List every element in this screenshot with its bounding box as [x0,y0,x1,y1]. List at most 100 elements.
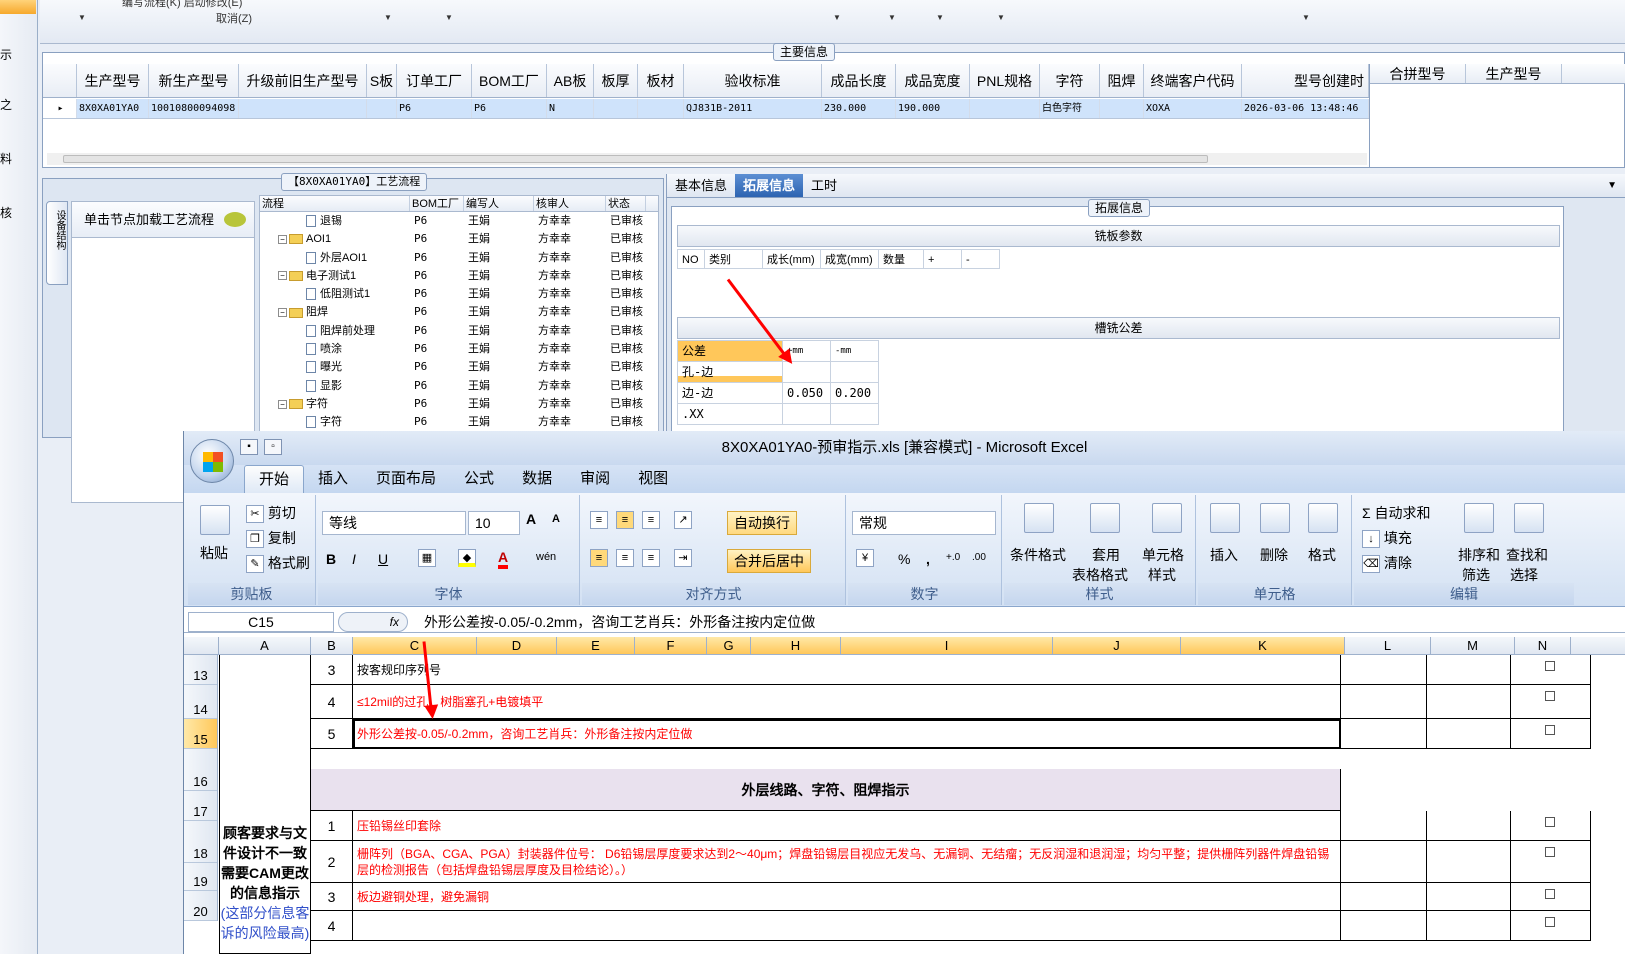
tree-row[interactable]: 阻焊前处理 P6 王娟 方幸幸 已审核 [260,322,658,340]
tree-cell[interactable]: 方幸幸 [534,303,606,321]
sort-filter-label2[interactable]: 筛选 [1462,565,1490,585]
item-number-cell[interactable]: 3 [311,883,353,911]
tree-cell[interactable]: 曝光 [260,358,410,376]
col-header[interactable]: 成品长度 [822,64,896,97]
currency-button[interactable]: ¥ [856,549,874,568]
item-text-cell[interactable]: 外形公差按-0.05/-0.2mm，咨询工艺肖兵：外形备注按内定位做 [353,719,1341,749]
format-cells-button[interactable]: 格式 [1308,545,1336,565]
merge-center-button[interactable]: 合并后居中 [727,549,811,573]
grid-cell[interactable]: 230.000 [822,99,896,118]
find-select-label2[interactable]: 选择 [1510,565,1538,585]
empty-cell[interactable] [1341,883,1427,911]
empty-cell[interactable] [1341,811,1427,841]
find-select-label1[interactable]: 查找和 [1506,545,1548,565]
grid-cell[interactable]: P6 [397,99,472,118]
tree-row[interactable]: 显影 P6 王娟 方幸幸 已审核 [260,377,658,395]
table-format-label1[interactable]: 套用 [1092,545,1120,565]
item-text-cell[interactable] [353,911,1341,941]
empty-cell[interactable] [1427,811,1511,841]
item-text-cell[interactable]: 栅阵列（BGA、CGA、PGA）封装器件位号： D6铅锡层厚度要求达到2～40μ… [353,841,1341,883]
milling-col[interactable]: NO [677,249,705,269]
row-header[interactable]: 15 [184,719,217,749]
col-header[interactable]: 终端客户代码 [1144,64,1242,97]
tree-cell[interactable]: 方幸幸 [534,340,606,358]
tree-cell[interactable]: 王娟 [464,340,534,358]
tree-row[interactable]: 低阻测试1 P6 王娟 方幸幸 已审核 [260,285,658,303]
align-bottom-button[interactable]: ≡ [642,511,660,530]
col-header[interactable]: PNL规格 [970,64,1040,97]
find-select-icon[interactable] [1514,503,1544,533]
empty-cell[interactable] [1427,883,1511,911]
horizontal-scrollbar[interactable] [47,153,1367,165]
empty-cell[interactable] [1341,841,1427,883]
side-tab[interactable]: 设备结构 [46,201,68,285]
tree-cell[interactable]: P6 [410,340,464,358]
col-header[interactable]: 板材 [638,64,684,97]
tol-cell[interactable]: .XX [677,403,783,425]
column-header[interactable]: K [1181,637,1345,654]
align-center-button[interactable]: ≡ [616,549,634,568]
col-header[interactable]: 合拼型号 [1370,64,1466,83]
dropdown-arrow-icon[interactable]: ▼ [936,13,944,22]
col-header[interactable]: 订单工厂 [397,64,472,97]
grid-cell[interactable]: 8X0XA01YA0 [77,99,149,118]
fill-button[interactable]: ↓ 填充 [1362,528,1412,549]
tree-cell[interactable]: 方幸幸 [534,212,606,230]
empty-cell[interactable] [1427,841,1511,883]
tree-cell[interactable]: − 阻焊 [260,303,410,321]
checkbox[interactable] [1545,847,1555,857]
column-header[interactable]: I [841,637,1053,654]
dropdown-arrow-icon[interactable]: ▼ [384,13,392,22]
tree-cell[interactable]: 显影 [260,377,410,395]
collapse-icon[interactable]: − [278,234,287,244]
grid-cell[interactable] [638,99,684,118]
grid-cell[interactable] [239,99,367,118]
font-family-select[interactable]: 等线 [322,511,466,535]
checkbox[interactable] [1545,889,1555,899]
milling-col[interactable]: 类别 [705,249,763,269]
number-format-select[interactable]: 常规 [852,511,996,535]
item-number-cell[interactable]: 4 [311,685,353,719]
col-header[interactable]: 生产型号 [1466,64,1562,83]
tree-cell[interactable]: P6 [410,413,464,431]
font-size-select[interactable]: 10 [468,511,520,535]
tree-col-header[interactable]: 核审人 [534,196,606,211]
grid-cell[interactable]: P6 [472,99,547,118]
tree-cell[interactable]: 王娟 [464,285,534,303]
column-header[interactable]: B [311,637,353,654]
nav-item-2[interactable]: 之 [0,96,12,113]
empty-cell[interactable] [1341,655,1427,685]
milling-col[interactable]: 成长(mm) [763,249,821,269]
comma-button[interactable]: , [926,551,930,567]
add-row-button[interactable]: + [924,249,962,269]
tree-cell[interactable]: 已审核 [606,230,646,248]
tree-cell[interactable]: − 字符 [260,395,410,413]
bold-button[interactable]: B [326,551,336,567]
checkbox[interactable] [1545,725,1555,735]
column-header[interactable]: H [751,637,841,654]
grid-cell[interactable]: QJ831B-2011 [684,99,822,118]
tree-cell[interactable]: P6 [410,395,464,413]
col-header[interactable]: 阻焊 [1100,64,1144,97]
clear-button[interactable]: ⌫ 清除 [1362,553,1412,574]
tol-cell[interactable] [830,403,879,425]
item-number-cell[interactable]: 3 [311,655,353,685]
percent-button[interactable]: % [898,551,910,567]
col-header[interactable]: 新生产型号 [149,64,239,97]
node-hint[interactable]: 单击节点加载工艺流程 [72,202,254,238]
grid-cell[interactable]: N [547,99,594,118]
column-header[interactable]: J [1053,637,1181,654]
empty-cell[interactable] [1341,911,1427,941]
tree-cell[interactable]: 方幸幸 [534,249,606,267]
column-header[interactable]: M [1431,637,1515,654]
grid-cell[interactable] [594,99,638,118]
tab-insert[interactable]: 插入 [304,465,362,493]
phonetic-button[interactable]: wén [536,551,556,563]
align-middle-button[interactable]: ≡ [616,511,634,530]
col-header[interactable]: AB板 [547,64,594,97]
grid-cell[interactable]: 10010800094098 [149,99,239,118]
column-header[interactable]: D [477,637,557,654]
insert-cells-icon[interactable] [1210,503,1240,533]
tree-cell[interactable]: 王娟 [464,212,534,230]
tree-cell[interactable]: 已审核 [606,322,646,340]
